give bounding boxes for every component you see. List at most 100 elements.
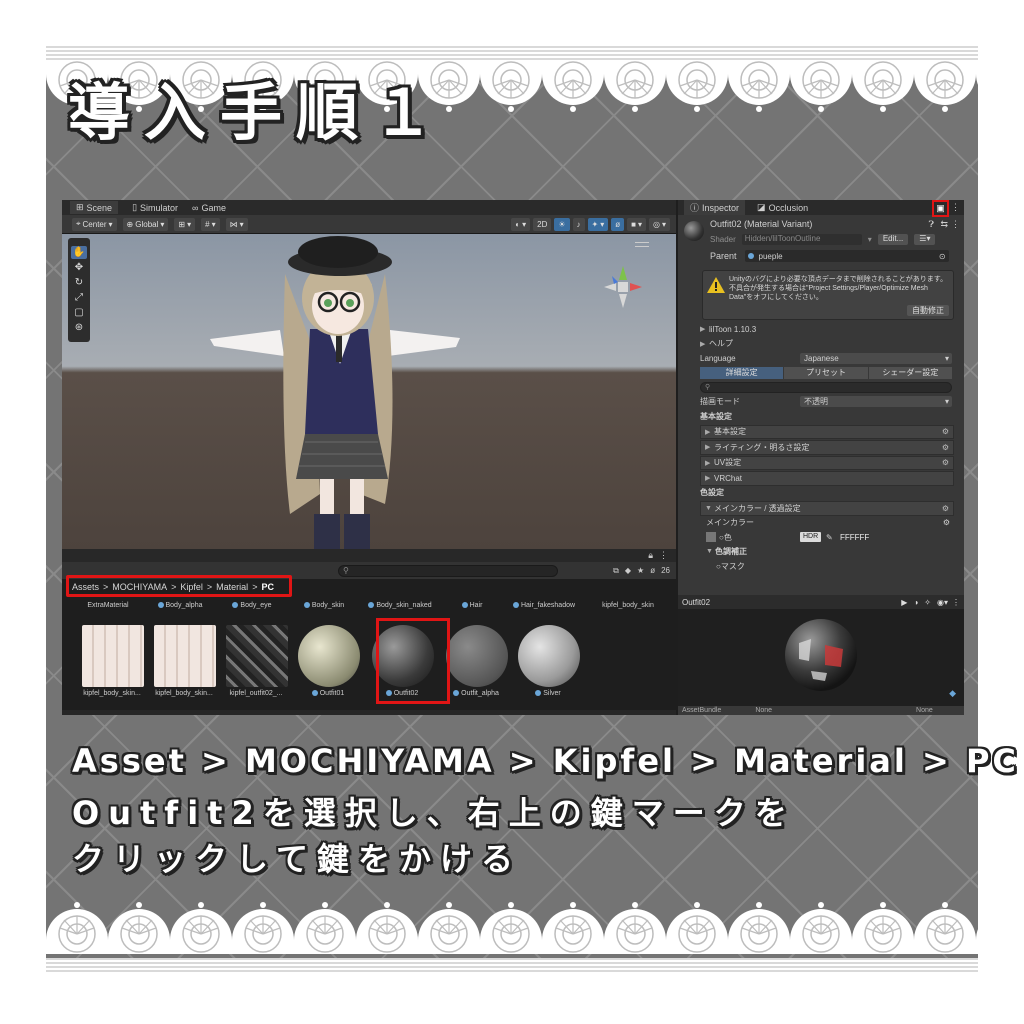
tab-advanced-settings[interactable]: 詳細設定 [700,366,784,379]
asset-item[interactable]: Body_skin [288,602,360,609]
space-dropdown[interactable]: ⊕ Global ▾ [122,217,169,231]
transform-tool-icon[interactable]: ⊛ [71,321,87,334]
render-mode-dropdown[interactable]: 不透明 ▾ [800,396,952,408]
snap-dropdown[interactable]: ⊞ ▾ [174,217,196,231]
kebab-menu-icon[interactable]: ⋮ [659,550,668,561]
avatar-model[interactable] [210,234,460,549]
tab-shader-settings[interactable]: シェーダー設定 [868,366,952,379]
scale-tool-icon[interactable]: ⤢ [71,291,87,304]
asset-item[interactable]: Body_skin_naked [364,602,436,609]
kebab-menu-icon[interactable]: ⋮ [951,202,960,213]
gear-icon[interactable]: ⚙ [942,427,949,436]
asset-label[interactable]: kipfel_body_skin... [144,690,224,697]
material-sphere-thumbnail[interactable] [298,625,360,687]
tab-simulator[interactable]: ▯ Simulator [132,202,178,213]
shader-menu-button[interactable]: ☰▾ [914,234,936,245]
pivot-dropdown[interactable]: ⌖ Center ▾ [72,217,117,231]
star-icon[interactable]: ★ [637,566,644,575]
gizmos-dropdown[interactable]: ◎ ▾ [649,217,670,231]
gear-icon[interactable]: ⚙ [943,518,950,527]
view-menu-icon[interactable] [635,242,649,247]
scene-viewport[interactable]: ✋ ✥ ↻ ⤢ ▢ ⊛ [62,234,676,549]
gear-icon[interactable]: ⚙ [942,443,949,452]
foldout-basic[interactable]: ▶ 基本設定 ⚙ [700,424,954,439]
material-preview[interactable]: ◆ [678,609,964,715]
filter-label-icon[interactable]: ◆ [625,566,631,575]
project-search-input[interactable]: ⚲ [338,564,558,577]
tab-scene[interactable]: ⊞ Scene [70,201,119,214]
texture-thumbnail[interactable] [226,625,288,687]
texture-thumbnail[interactable] [82,625,144,687]
settings-sliders-icon[interactable]: ⇆ [940,219,948,230]
tab-presets[interactable]: プリセット [784,366,868,379]
tab-game[interactable]: ∞ Game [192,203,226,213]
asset-label[interactable]: Outfit01 [288,690,368,697]
lighting-toggle[interactable]: ☀ [554,217,570,231]
hand-tool-icon[interactable]: ✋ [71,246,87,259]
fold-arrow-icon: ▶ [700,326,706,334]
inspector-search-input[interactable]: ⚲ [700,381,952,393]
asset-label[interactable]: kipfel_outfit02_... [216,690,296,697]
parent-field[interactable]: pueple ⊙ [744,250,949,262]
visibility-toggle[interactable]: ø [611,217,625,231]
asset-item[interactable]: Hair [436,602,508,609]
asset-item[interactable]: Body_eye [216,602,288,609]
asset-item[interactable]: Body_alpha [144,602,216,609]
asset-label[interactable]: Silver [508,690,588,697]
rotate-tool-icon[interactable]: ↻ [71,276,87,289]
material-sphere-thumbnail[interactable] [446,625,508,687]
foldout-uv[interactable]: ▶ UV設定 ⚙ [700,455,954,470]
tab-inspector-label: Inspector [702,202,740,213]
target-icon[interactable]: ⊙ [939,252,949,261]
grid-dropdown[interactable]: # ▾ [201,217,220,231]
lock-icon[interactable]: 🔒︎ [648,550,653,561]
increment-dropdown[interactable]: ⋈ ▾ [225,217,248,231]
auto-fix-button[interactable]: 自動修正 [907,305,949,316]
help-icon[interactable]: ❓︎ [929,219,934,230]
asset-item[interactable]: ExtraMaterial [72,602,144,609]
eye-icon[interactable]: ø [650,566,655,575]
play-icon[interactable]: ▶ [901,598,913,607]
material-sphere-thumbnail[interactable] [518,625,580,687]
hdr-badge[interactable]: HDR [800,532,822,543]
help-row[interactable]: ▶ ヘルプ [700,337,954,352]
eyedropper-icon[interactable]: ✎ [826,533,833,542]
shading-mode-dropdown[interactable]: ◐ ▾ [511,217,531,231]
asset-item[interactable]: kipfel_body_skin [592,602,664,609]
assetbundle-dropdown[interactable]: None [755,707,772,714]
filter-type-icon[interactable]: ⧉ [613,566,619,576]
preview-mesh-dropdown[interactable]: ◉▾ [937,598,952,607]
rect-tool-icon[interactable]: ▢ [71,306,87,319]
sphere-icon[interactable]: ◑ [913,598,924,607]
shader-dropdown[interactable]: Hidden/lilToonOutline [741,234,862,245]
tab-occlusion[interactable]: ◪ Occlusion [757,202,808,213]
foldout-lighting[interactable]: ▶ ライティング・明るさ設定 ⚙ [700,440,954,455]
gear-icon[interactable]: ⚙ [942,504,949,513]
liltoon-version-row[interactable]: ▶ lilToon 1.10.3 [700,322,954,337]
asset-item[interactable]: Hair_fakeshadow [508,602,580,609]
audio-toggle[interactable]: ♪ [572,217,585,231]
asset-label[interactable]: kipfel_body_skin... [72,690,152,697]
gear-icon[interactable]: ⚙ [942,458,949,467]
texture-slot-icon[interactable] [706,532,716,543]
foldout-vrchat[interactable]: ▶ VRChat [700,471,954,486]
effects-dropdown[interactable]: ✦ ▾ [587,217,609,231]
move-tool-icon[interactable]: ✥ [71,261,87,274]
tag-icon[interactable]: ◆ [949,688,956,699]
edit-shader-button[interactable]: Edit... [877,234,909,245]
orientation-gizmo[interactable] [598,262,648,312]
color-hex-value[interactable]: FFFFFF [840,533,869,542]
render-mode-row: 描画モード 不透明 ▾ [700,395,954,410]
foldout-main-color[interactable]: ▼ メインカラー / 透過設定 ⚙ [700,501,954,516]
assetbundle-variant-dropdown[interactable]: None [916,707,933,714]
texture-thumbnail[interactable] [154,625,216,687]
color-adjust-row[interactable]: ▼ 色調補正 [700,545,954,560]
tab-inspector[interactable]: ⓘ Inspector [684,200,746,215]
language-dropdown[interactable]: Japanese ▾ [800,352,952,364]
toggle-2d-button[interactable]: 2D [533,217,552,231]
kebab-menu-icon[interactable]: ⋮ [951,219,960,230]
info-icon: ⓘ [690,203,700,213]
kebab-menu-icon[interactable]: ⋮ [952,598,964,607]
camera-dropdown[interactable]: ■ ▾ [627,217,646,231]
light-icon[interactable]: ✧ [924,598,937,607]
